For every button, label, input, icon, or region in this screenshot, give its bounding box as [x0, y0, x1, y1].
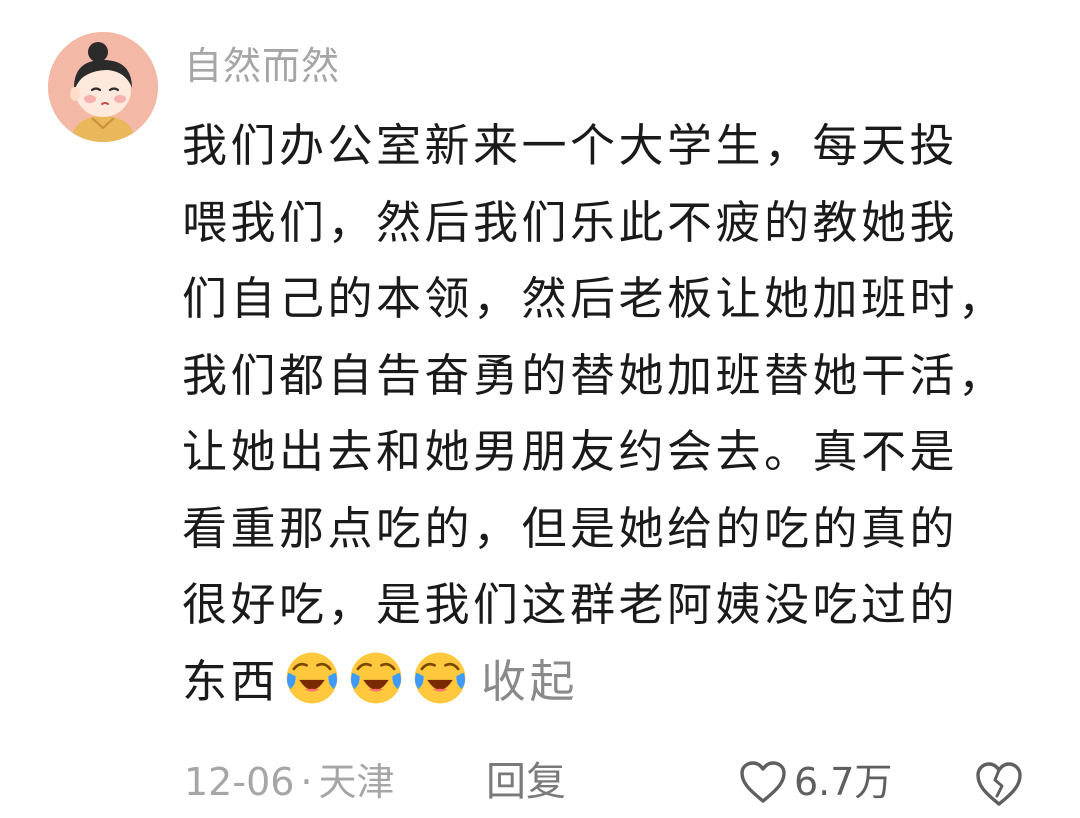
username[interactable]: 自然而然	[184, 40, 340, 92]
comment-line: 很好吃，是我们这群老阿姨没吃过的	[182, 578, 959, 631]
laughing-crying-emoji	[350, 652, 402, 703]
like-button[interactable]: 6.7万	[738, 756, 892, 808]
comment-line: 们自己的本领，然后老板让她加班时，	[182, 272, 1007, 325]
like-count: 6.7万	[794, 760, 893, 804]
avatar[interactable]	[48, 32, 158, 142]
broken-heart-icon	[976, 762, 1022, 806]
laughing-crying-emoji	[414, 652, 466, 703]
comment-location: 天津	[318, 760, 395, 804]
meta-separator: ·	[300, 760, 313, 804]
comment-line: 让她出去和她男朋友约会去。真不是	[182, 425, 959, 478]
collapse-link[interactable]: 收起	[481, 655, 578, 708]
comment-line: 东西	[182, 654, 280, 708]
dislike-button[interactable]	[974, 760, 1024, 808]
comment-date: 12-06	[184, 760, 295, 804]
avatar-illustration	[48, 32, 158, 142]
comment-card: 自然而然 我们办公室新来一个大学生，每天投 喂我们，然后我们乐此不疲的教她我 们…	[0, 0, 1080, 818]
heart-outline-icon	[740, 761, 786, 803]
comment-line: 看重那点吃的，但是她给的吃的真的	[182, 501, 959, 555]
laughing-crying-emoji	[286, 652, 338, 703]
comment-line: 我们办公室新来一个大学生，每天投	[182, 119, 959, 172]
comment-line: 喂我们，然后我们乐此不疲的教她我	[182, 195, 959, 249]
comment-meta: 12-06 · 天津	[184, 756, 395, 808]
comment-last-line: 东西 收起	[182, 644, 1042, 721]
reply-button[interactable]: 回复	[486, 756, 566, 808]
comment-text: 我们办公室新来一个大学生，每天投 喂我们，然后我们乐此不疲的教她我 们自己的本领…	[182, 108, 1042, 720]
comment-line: 我们都自告奋勇的替她加班替她干活，	[182, 348, 1007, 402]
